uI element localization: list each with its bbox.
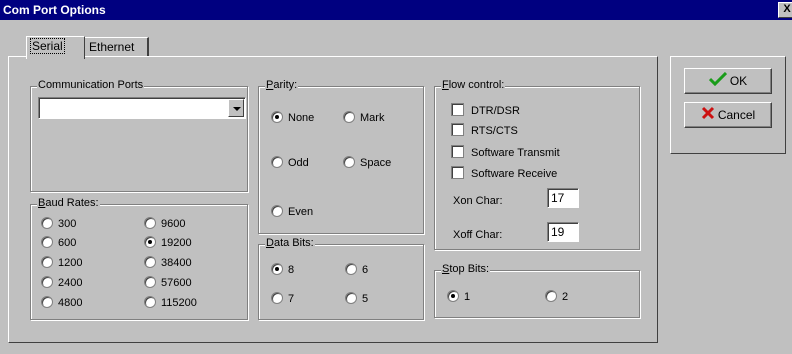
- xoff-char-input[interactable]: 19: [547, 222, 579, 242]
- data-bits-6-radio[interactable]: 6: [345, 263, 368, 277]
- xon-char-label: Xon Char:: [453, 195, 503, 207]
- window-title: Com Port Options: [3, 3, 106, 17]
- flow-control-label: Flow control:: [441, 79, 506, 91]
- close-button[interactable]: X: [778, 2, 792, 18]
- radio-icon: [41, 217, 53, 229]
- baud-rates-group: Baud Rates: 300 600 1200 2400 4800 9600 …: [30, 197, 248, 320]
- tab-ethernet[interactable]: Ethernet: [84, 37, 149, 57]
- tab-ethernet-label: Ethernet: [89, 40, 135, 54]
- xon-char-input[interactable]: 17: [547, 188, 579, 208]
- tab-serial-label: Serial: [30, 38, 65, 54]
- baud-4800-radio[interactable]: 4800: [41, 296, 82, 310]
- parity-odd-radio[interactable]: Odd: [271, 156, 309, 170]
- baud-9600-radio[interactable]: 9600: [144, 217, 185, 231]
- baud-1200-radio[interactable]: 1200: [41, 256, 82, 270]
- radio-icon: [345, 263, 357, 275]
- data-bits-label: Data Bits:: [265, 237, 315, 249]
- data-bits-7-radio[interactable]: 7: [271, 292, 294, 306]
- rts-cts-checkbox[interactable]: RTS/CTS: [451, 123, 518, 137]
- stop-bits-label: Stop Bits:: [441, 263, 491, 275]
- ok-button-label: OK: [729, 74, 748, 88]
- radio-selected-icon: [447, 290, 459, 302]
- flow-control-group: Flow control: DTR/DSR RTS/CTS Software T…: [434, 79, 640, 250]
- parity-space-radio[interactable]: Space: [343, 156, 391, 170]
- checkbox-icon: [451, 166, 464, 179]
- radio-icon: [271, 205, 283, 217]
- baud-38400-radio[interactable]: 38400: [144, 256, 192, 270]
- data-bits-group: Data Bits: 8 6 7 5: [258, 237, 424, 320]
- x-icon: [701, 104, 715, 128]
- stop-bits-2-radio[interactable]: 2: [545, 290, 568, 304]
- stop-bits-1-radio[interactable]: 1: [447, 290, 470, 304]
- stop-bits-group: Stop Bits: 1 2: [434, 263, 640, 318]
- radio-selected-icon: [271, 263, 283, 275]
- radio-selected-icon: [144, 236, 156, 248]
- software-transmit-checkbox[interactable]: Software Transmit: [451, 145, 560, 159]
- software-receive-checkbox[interactable]: Software Receive: [451, 166, 557, 180]
- radio-icon: [343, 111, 355, 123]
- radio-icon: [271, 156, 283, 168]
- baud-300-radio[interactable]: 300: [41, 217, 76, 231]
- radio-icon: [144, 276, 156, 288]
- baud-2400-radio[interactable]: 2400: [41, 276, 82, 290]
- radio-icon: [144, 256, 156, 268]
- parity-none-radio[interactable]: None: [271, 111, 314, 125]
- baud-600-radio[interactable]: 600: [41, 236, 76, 250]
- radio-icon: [41, 256, 53, 268]
- parity-group: Parity: None Mark Odd Space Even: [258, 79, 424, 234]
- baud-57600-radio[interactable]: 57600: [144, 276, 192, 290]
- radio-icon: [545, 290, 557, 302]
- radio-icon: [271, 292, 283, 304]
- radio-icon: [144, 296, 156, 308]
- radio-icon: [41, 276, 53, 288]
- radio-icon: [41, 296, 53, 308]
- title-bar: Com Port Options X: [0, 0, 792, 20]
- baud-19200-radio[interactable]: 19200: [144, 236, 192, 250]
- communication-ports-dropdown[interactable]: [38, 97, 246, 119]
- cancel-button[interactable]: Cancel: [684, 102, 772, 128]
- checkbox-icon: [451, 123, 464, 136]
- parity-mark-radio[interactable]: Mark: [343, 111, 384, 125]
- chevron-down-icon[interactable]: [228, 99, 244, 117]
- radio-icon: [144, 217, 156, 229]
- close-icon: X: [783, 3, 791, 15]
- radio-icon: [41, 236, 53, 248]
- xoff-char-label: Xoff Char:: [453, 229, 503, 241]
- baud-115200-radio[interactable]: 115200: [144, 296, 197, 310]
- communication-ports-label: Communication Ports: [37, 79, 145, 91]
- dtr-dsr-checkbox[interactable]: DTR/DSR: [451, 103, 520, 117]
- data-bits-5-radio[interactable]: 5: [345, 292, 368, 306]
- checkmark-icon: [708, 70, 727, 94]
- checkbox-icon: [451, 103, 464, 116]
- parity-even-radio[interactable]: Even: [271, 205, 313, 219]
- radio-selected-icon: [271, 111, 283, 123]
- baud-rates-label: Baud Rates:: [37, 197, 100, 209]
- data-bits-8-radio[interactable]: 8: [271, 263, 294, 277]
- radio-icon: [345, 292, 357, 304]
- checkbox-icon: [451, 145, 464, 158]
- radio-icon: [343, 156, 355, 168]
- tab-serial[interactable]: Serial: [26, 36, 85, 59]
- ok-button[interactable]: OK: [684, 68, 772, 94]
- cancel-button-label: Cancel: [717, 108, 756, 122]
- parity-label: Parity:: [265, 79, 299, 91]
